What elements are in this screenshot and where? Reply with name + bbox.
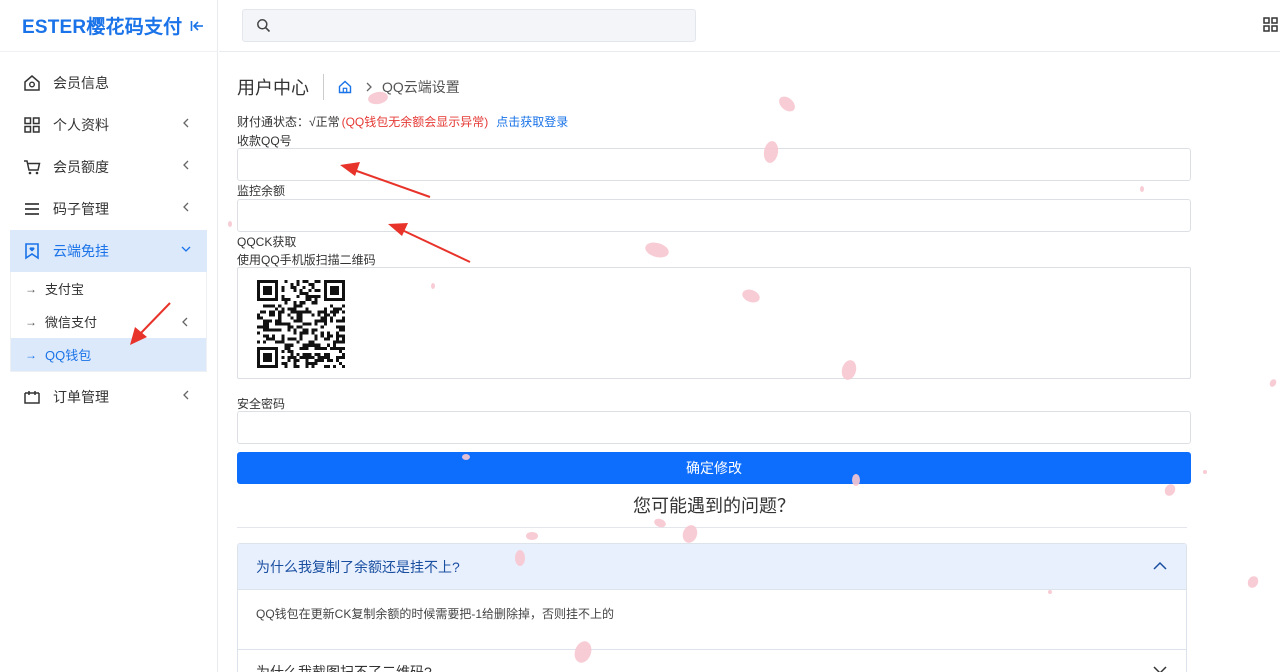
sakura-petal-icon: [645, 242, 669, 258]
faq-accordion: 为什么我复制了余额还是挂不上? QQ钱包在更新CK复制余额的时候需要把-1给删除…: [237, 543, 1187, 672]
menu-icon: [25, 203, 39, 215]
balance-input[interactable]: [237, 199, 1191, 232]
qr-hint: 使用QQ手机版扫描二维码: [237, 253, 376, 267]
chevron-down-icon: [1153, 666, 1167, 672]
sakura-petal-icon: [1269, 379, 1277, 387]
chevron-left-icon: [183, 202, 189, 212]
sakura-petal-icon: [526, 532, 538, 540]
balance-label: 监控余额: [237, 184, 286, 198]
status-warning: (QQ钱包无余额会显示异常): [341, 115, 489, 129]
cart-icon: [24, 160, 41, 175]
confirm-button[interactable]: 确定修改: [237, 452, 1191, 484]
faq-question-1[interactable]: 为什么我复制了余额还是挂不上?: [238, 544, 1186, 590]
qr-code[interactable]: [257, 280, 345, 368]
home-icon[interactable]: [338, 80, 352, 94]
search-icon: [257, 19, 271, 33]
submenu-item-label: 支付宝: [45, 282, 85, 297]
sidebar-item-label: 订单管理: [53, 389, 109, 405]
sidebar: ESTER樱花码支付 会员信息 个人资料 会员额度 码子管理 云端免挂 → 支付…: [0, 0, 218, 672]
tenpay-status: 财付通状态：√正常 (QQ钱包无余额会显示异常) 点击获取登录: [237, 113, 568, 130]
sidebar-item-member-info[interactable]: 会员信息: [0, 62, 217, 104]
submenu-item-label: 微信支付: [45, 315, 98, 330]
faq-divider: [237, 527, 1187, 528]
arrow-right-icon: →: [25, 347, 37, 362]
chevron-left-icon: [183, 118, 189, 128]
chevron-left-icon: [183, 160, 189, 170]
collapse-sidebar-icon[interactable]: [190, 19, 204, 33]
faq-question-text: 为什么我复制了余额还是挂不上?: [256, 558, 460, 575]
sakura-petal-icon: [1203, 470, 1207, 474]
faq-question-text: 为什么我截图扫不了二维码?: [256, 664, 432, 672]
cloud-hosting-submenu: → 支付宝 → 微信支付 → QQ钱包: [10, 272, 207, 372]
faq-question-2[interactable]: 为什么我截图扫不了二维码?: [238, 650, 1186, 672]
qq-number-input[interactable]: [237, 148, 1191, 181]
apps-grid-icon[interactable]: [1263, 17, 1278, 32]
sidebar-item-profile[interactable]: 个人资料: [0, 104, 217, 146]
security-password-label: 安全密码: [237, 397, 286, 411]
chevron-left-icon: [182, 317, 188, 327]
sidebar-item-label: 码子管理: [53, 201, 109, 217]
bookmark-heart-icon: [25, 243, 39, 260]
submenu-item-label: QQ钱包: [45, 348, 92, 363]
home-icon: [24, 75, 40, 91]
sakura-petal-icon: [1140, 186, 1144, 192]
search-box[interactable]: [242, 9, 696, 42]
sakura-petal-icon: [228, 221, 232, 227]
sidebar-item-label: 个人资料: [53, 117, 109, 133]
chevron-up-icon: [1153, 561, 1167, 570]
sidebar-item-cloud-hosting[interactable]: 云端免挂: [10, 230, 207, 272]
breadcrumb-current: QQ云端设置: [382, 79, 460, 95]
brand-title[interactable]: ESTER樱花码支付: [22, 12, 182, 39]
arrow-right-icon: →: [25, 314, 37, 329]
sakura-petal-icon: [1247, 576, 1259, 588]
sidebar-item-member-quota[interactable]: 会员额度: [0, 146, 217, 188]
chevron-right-icon: [366, 82, 372, 92]
submenu-item-alipay[interactable]: → 支付宝: [11, 272, 206, 305]
submenu-item-qq-wallet[interactable]: → QQ钱包: [11, 338, 206, 371]
top-bar: [219, 0, 1280, 52]
submenu-item-wechat-pay[interactable]: → 微信支付: [11, 305, 206, 338]
sidebar-item-label: 云端免挂: [53, 243, 109, 259]
page-title: 用户中心: [237, 74, 324, 100]
sidebar-item-label: 会员额度: [53, 159, 109, 175]
qr-code-panel: [237, 267, 1191, 379]
sidebar-item-label: 会员信息: [53, 75, 109, 91]
get-login-link[interactable]: 点击获取登录: [496, 115, 568, 129]
arrow-right-icon: →: [25, 281, 37, 296]
sidebar-item-order-management[interactable]: 订单管理: [0, 376, 217, 418]
security-password-input[interactable]: [237, 411, 1191, 444]
status-label: 财付通状态：√正常: [237, 115, 340, 129]
faq-heading: 您可能遇到的问题？: [633, 496, 795, 516]
chevron-down-icon: [181, 246, 191, 252]
tray-icon: [24, 391, 40, 404]
sidebar-item-code-management[interactable]: 码子管理: [0, 188, 217, 230]
faq-answer-1: QQ钱包在更新CK复制余额的时候需要把-1给删除掉，否则挂不上的: [238, 590, 1186, 650]
brand: ESTER樱花码支付: [0, 0, 217, 52]
grid-icon: [24, 117, 40, 133]
sidebar-nav: 会员信息 个人资料 会员额度 码子管理 云端免挂 → 支付宝 → 微信支付 → …: [0, 52, 217, 418]
sakura-petal-icon: [779, 96, 795, 112]
chevron-left-icon: [183, 390, 189, 400]
qq-number-label: 收款QQ号: [237, 134, 292, 148]
qqck-label: QQCK获取: [237, 235, 297, 249]
breadcrumb: 用户中心 QQ云端设置: [237, 74, 460, 100]
